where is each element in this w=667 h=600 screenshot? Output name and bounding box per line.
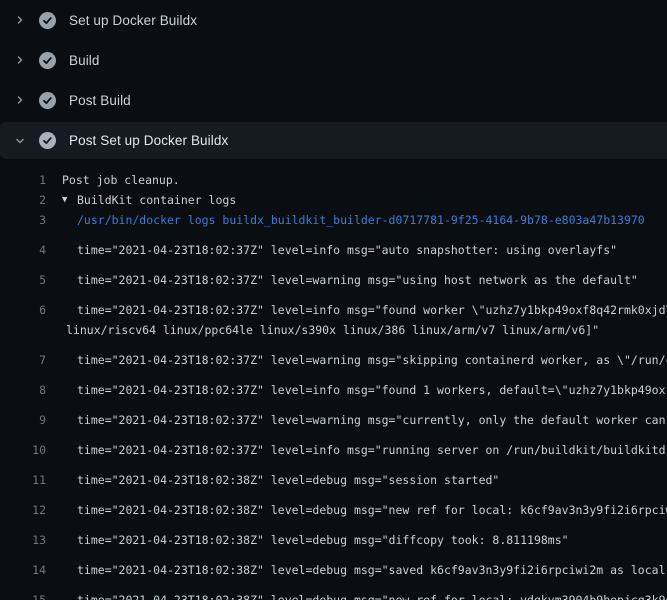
line-number[interactable]: 6 bbox=[0, 300, 46, 320]
line-number[interactable]: 3 bbox=[0, 210, 46, 230]
step-set-up-docker-buildx[interactable]: Set up Docker Buildx bbox=[0, 0, 667, 40]
log-text: time="2021-04-23T18:02:38Z" level=debug … bbox=[46, 560, 667, 580]
step-build[interactable]: Build bbox=[0, 40, 667, 80]
line-number[interactable]: 10 bbox=[0, 440, 46, 460]
chevron-right-icon[interactable] bbox=[12, 12, 28, 28]
log-line: 11time="2021-04-23T18:02:38Z" level=debu… bbox=[0, 460, 667, 490]
actions-log-viewer: Set up Docker Buildx Build Post Build bbox=[0, 0, 667, 600]
line-number[interactable]: 9 bbox=[0, 410, 46, 430]
log-line: 14time="2021-04-23T18:02:38Z" level=debu… bbox=[0, 550, 667, 580]
line-number[interactable]: 14 bbox=[0, 560, 46, 580]
log-text: linux/riscv64 linux/ppc64le linux/s390x … bbox=[46, 320, 599, 340]
log-text: time="2021-04-23T18:02:38Z" level=debug … bbox=[46, 470, 499, 490]
log-line: 5time="2021-04-23T18:02:37Z" level=warni… bbox=[0, 260, 667, 290]
step-label: Build bbox=[69, 53, 100, 68]
check-circle-icon bbox=[39, 12, 56, 29]
line-number bbox=[0, 320, 46, 340]
log-line: 13time="2021-04-23T18:02:38Z" level=debu… bbox=[0, 520, 667, 550]
log-text: Post job cleanup. bbox=[46, 170, 180, 190]
log-text: time="2021-04-23T18:02:37Z" level=info m… bbox=[46, 240, 617, 260]
line-number[interactable]: 4 bbox=[0, 240, 46, 260]
step-post-build[interactable]: Post Build bbox=[0, 80, 667, 120]
step-label: Set up Docker Buildx bbox=[69, 13, 197, 28]
log-line: 8time="2021-04-23T18:02:37Z" level=info … bbox=[0, 370, 667, 400]
check-circle-icon bbox=[39, 92, 56, 109]
line-number[interactable]: 1 bbox=[0, 170, 46, 190]
log-text: time="2021-04-23T18:02:37Z" level=warnin… bbox=[46, 270, 638, 290]
log-line: 3/usr/bin/docker logs buildx_buildkit_bu… bbox=[0, 210, 667, 230]
log-text: time="2021-04-23T18:02:37Z" level=info m… bbox=[46, 300, 667, 320]
log-text: time="2021-04-23T18:02:38Z" level=debug … bbox=[46, 590, 667, 600]
log-text: time="2021-04-23T18:02:37Z" level=warnin… bbox=[46, 410, 667, 430]
line-number[interactable]: 13 bbox=[0, 530, 46, 550]
log-command-text: /usr/bin/docker logs buildx_buildkit_bui… bbox=[46, 210, 645, 230]
log-line: 7time="2021-04-23T18:02:37Z" level=warni… bbox=[0, 340, 667, 370]
log-line: 4time="2021-04-23T18:02:37Z" level=info … bbox=[0, 230, 667, 260]
line-number[interactable]: 5 bbox=[0, 270, 46, 290]
chevron-right-icon[interactable] bbox=[12, 52, 28, 68]
log-text: time="2021-04-23T18:02:38Z" level=debug … bbox=[46, 500, 667, 520]
check-circle-icon bbox=[39, 132, 56, 149]
line-number[interactable]: 15 bbox=[0, 590, 46, 600]
log-text: time="2021-04-23T18:02:37Z" level=info m… bbox=[46, 440, 667, 460]
log-line: linux/riscv64 linux/ppc64le linux/s390x … bbox=[0, 320, 667, 340]
line-number[interactable]: 8 bbox=[0, 380, 46, 400]
chevron-right-icon[interactable] bbox=[12, 92, 28, 108]
log-area: 1Post job cleanup.2▼BuildKit container l… bbox=[0, 160, 667, 600]
line-number[interactable]: 12 bbox=[0, 500, 46, 520]
log-line: 15time="2021-04-23T18:02:38Z" level=debu… bbox=[0, 580, 667, 600]
log-line: 2▼BuildKit container logs bbox=[0, 190, 667, 210]
step-list: Set up Docker Buildx Build Post Build bbox=[0, 0, 667, 159]
log-line: 12time="2021-04-23T18:02:38Z" level=debu… bbox=[0, 490, 667, 520]
log-text: time="2021-04-23T18:02:38Z" level=debug … bbox=[46, 530, 569, 550]
step-post-set-up-docker-buildx[interactable]: Post Set up Docker Buildx bbox=[0, 122, 667, 159]
step-label: Post Set up Docker Buildx bbox=[69, 133, 228, 148]
line-number[interactable]: 7 bbox=[0, 350, 46, 370]
check-circle-icon bbox=[39, 52, 56, 69]
log-group-title[interactable]: BuildKit container logs bbox=[77, 190, 236, 210]
log-line: 1Post job cleanup. bbox=[0, 170, 667, 190]
log-text: time="2021-04-23T18:02:37Z" level=info m… bbox=[46, 380, 667, 400]
log-line: 10time="2021-04-23T18:02:37Z" level=info… bbox=[0, 430, 667, 460]
line-number[interactable]: 2 bbox=[0, 190, 46, 210]
step-label: Post Build bbox=[69, 93, 131, 108]
log-line: 6time="2021-04-23T18:02:37Z" level=info … bbox=[0, 290, 667, 320]
line-number[interactable]: 11 bbox=[0, 470, 46, 490]
chevron-down-icon[interactable] bbox=[12, 133, 28, 149]
log-text: time="2021-04-23T18:02:37Z" level=warnin… bbox=[46, 350, 667, 370]
group-collapse-caret-icon[interactable]: ▼ bbox=[46, 190, 77, 210]
log-line: 9time="2021-04-23T18:02:37Z" level=warni… bbox=[0, 400, 667, 430]
